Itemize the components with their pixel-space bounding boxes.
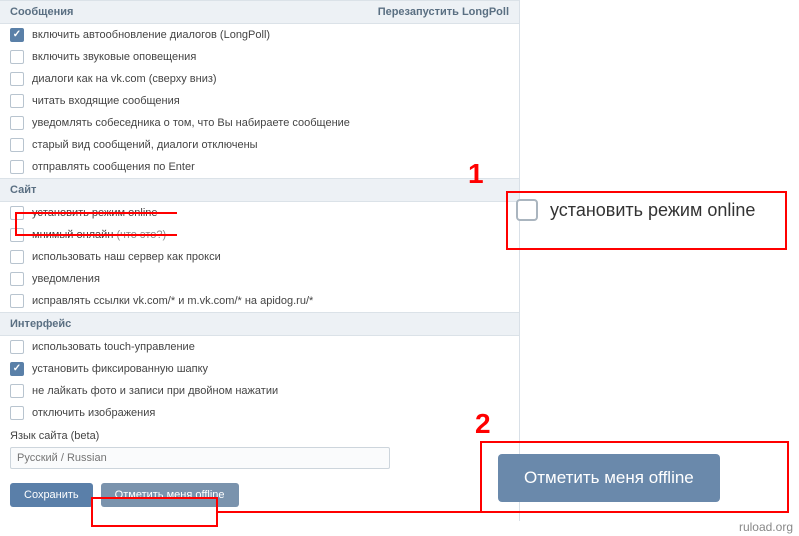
zoom-label: установить режим online <box>550 200 755 221</box>
checkbox-icon[interactable] <box>10 94 24 108</box>
checkbox-icon[interactable] <box>10 384 24 398</box>
option-row[interactable]: старый вид сообщений, диалоги отключены <box>0 134 519 156</box>
checkbox-icon[interactable] <box>10 72 24 86</box>
button-row: Сохранить Отметить меня offline <box>0 477 519 521</box>
restart-longpoll-link[interactable]: Перезапустить LongPoll <box>378 6 509 18</box>
option-row[interactable]: отправлять сообщения по Enter <box>0 156 519 178</box>
option-label: мнимый онлайн (что это?) <box>32 229 166 241</box>
checkbox-icon[interactable] <box>10 206 24 220</box>
option-label: включить звуковые оповещения <box>32 51 196 63</box>
option-row[interactable]: отключить изображения <box>0 402 519 424</box>
option-label: отправлять сообщения по Enter <box>32 161 195 173</box>
checkbox-icon[interactable] <box>10 272 24 286</box>
offline-button[interactable]: Отметить меня offline <box>101 483 239 507</box>
option-label: включить автообновление диалогов (LongPo… <box>32 29 270 41</box>
option-label: использовать наш сервер как прокси <box>32 251 221 263</box>
checkbox-icon[interactable] <box>10 340 24 354</box>
option-row[interactable]: уведомлять собеседника о том, что Вы наб… <box>0 112 519 134</box>
option-label: не лайкать фото и записи при двойном наж… <box>32 385 278 397</box>
checkbox-icon[interactable] <box>10 250 24 264</box>
option-row[interactable]: мнимый онлайн (что это?) <box>0 224 519 246</box>
option-label: уведомлять собеседника о том, что Вы наб… <box>32 117 350 129</box>
checkbox-icon <box>516 199 538 221</box>
option-row[interactable]: включить звуковые оповещения <box>0 46 519 68</box>
section-title: Сообщения <box>10 6 73 18</box>
checkbox-icon[interactable] <box>10 228 24 242</box>
checkbox-icon[interactable] <box>10 138 24 152</box>
option-row[interactable]: читать входящие сообщения <box>0 90 519 112</box>
option-label: уведомления <box>32 273 100 285</box>
callout-number-1: 1 <box>468 158 484 190</box>
hint-link[interactable]: (что это?) <box>116 229 166 241</box>
option-row[interactable]: включить автообновление диалогов (LongPo… <box>0 24 519 46</box>
settings-panel: Сообщения Перезапустить LongPoll включит… <box>0 0 520 521</box>
option-label: установить режим online <box>32 207 158 219</box>
option-label: использовать touch-управление <box>32 341 195 353</box>
option-row[interactable]: установить фиксированную шапку <box>0 358 519 380</box>
option-row[interactable]: исправлять ссылки vk.com/* и m.vk.com/* … <box>0 290 519 312</box>
option-row-online[interactable]: установить режим online <box>0 202 519 224</box>
option-row[interactable]: использовать touch-управление <box>0 336 519 358</box>
section-header-messages: Сообщения Перезапустить LongPoll <box>0 0 519 24</box>
offline-button-large[interactable]: Отметить меня offline <box>498 454 720 502</box>
option-row[interactable]: диалоги как на vk.com (сверху вниз) <box>0 68 519 90</box>
checkbox-icon[interactable] <box>10 50 24 64</box>
section-header-interface: Интерфейс <box>0 312 519 336</box>
callout-number-2: 2 <box>475 408 491 440</box>
save-button[interactable]: Сохранить <box>10 483 93 507</box>
checkbox-icon[interactable] <box>10 116 24 130</box>
checkbox-icon[interactable] <box>10 28 24 42</box>
section-title: Интерфейс <box>10 318 71 330</box>
option-label: старый вид сообщений, диалоги отключены <box>32 139 258 151</box>
language-label: Язык сайта (beta) <box>0 424 519 445</box>
option-label: установить фиксированную шапку <box>32 363 208 375</box>
checkbox-icon[interactable] <box>10 160 24 174</box>
checkbox-icon[interactable] <box>10 406 24 420</box>
checkbox-icon[interactable] <box>10 362 24 376</box>
section-header-site: Сайт <box>0 178 519 202</box>
option-label: исправлять ссылки vk.com/* и m.vk.com/* … <box>32 295 313 307</box>
option-label: диалоги как на vk.com (сверху вниз) <box>32 73 217 85</box>
language-input[interactable] <box>10 447 390 469</box>
checkbox-icon[interactable] <box>10 294 24 308</box>
option-row[interactable]: уведомления <box>0 268 519 290</box>
zoom-callout: установить режим online <box>516 199 755 221</box>
option-row[interactable]: использовать наш сервер как прокси <box>0 246 519 268</box>
option-label: читать входящие сообщения <box>32 95 180 107</box>
section-title: Сайт <box>10 184 36 196</box>
watermark: ruload.org <box>739 520 793 534</box>
option-row[interactable]: не лайкать фото и записи при двойном наж… <box>0 380 519 402</box>
option-label: отключить изображения <box>32 407 155 419</box>
